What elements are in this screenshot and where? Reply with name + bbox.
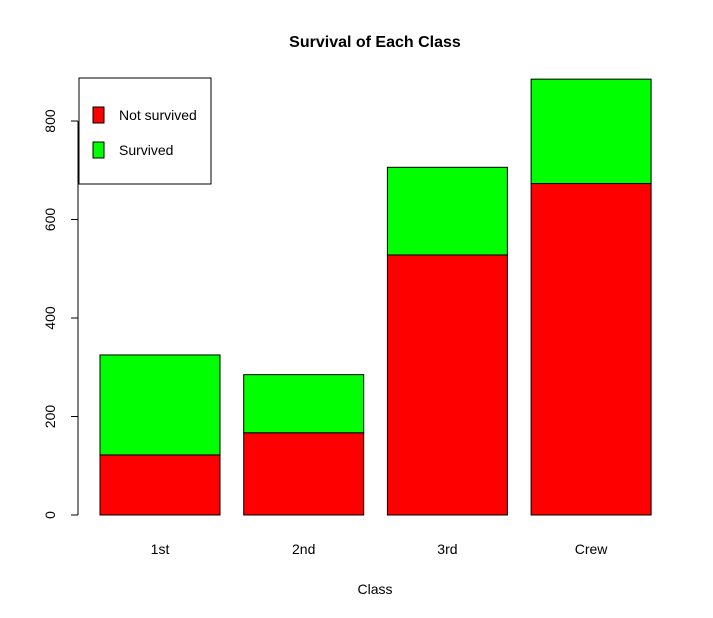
legend-label: Not survived [119,107,197,123]
chart-title: Survival of Each Class [289,34,461,51]
x-tick-label: Crew [575,541,609,557]
x-tick-labels: 1st 2nd 3rd Crew [151,541,609,557]
x-tick-label: 2nd [292,541,315,557]
bar-segment-not-survived-2nd [243,432,365,516]
y-tick-label: 400 [42,306,58,330]
x-axis-label: Class [357,581,392,597]
bar-segment-not-survived-3rd [386,254,508,516]
legend-label: Survived [119,142,173,158]
y-tick-label: 200 [42,405,58,429]
legend-swatch [92,106,105,124]
stacked-bar-chart: Survival of Each Class 0 200 400 600 800 1st… [42,34,652,597]
legend-box [78,77,212,185]
bar-segment-survived-3rd [386,166,508,256]
y-tick-label: 600 [42,208,58,232]
bar-segment-survived-1st [99,354,221,456]
y-tick-label: 800 [42,109,58,133]
bar-segment-not-survived-1st [99,454,221,516]
y-axis: 0 200 400 600 800 [42,109,79,519]
bar-segment-survived-2nd [243,374,365,434]
y-tick-label: 0 [42,511,58,519]
legend-swatch [92,141,105,159]
x-tick-label: 1st [151,541,170,557]
legend: Not survived Survived [78,77,212,185]
x-tick-label: 3rd [437,541,457,557]
bar-segment-not-survived-crew [530,183,652,516]
bar-segment-survived-crew [530,78,652,185]
